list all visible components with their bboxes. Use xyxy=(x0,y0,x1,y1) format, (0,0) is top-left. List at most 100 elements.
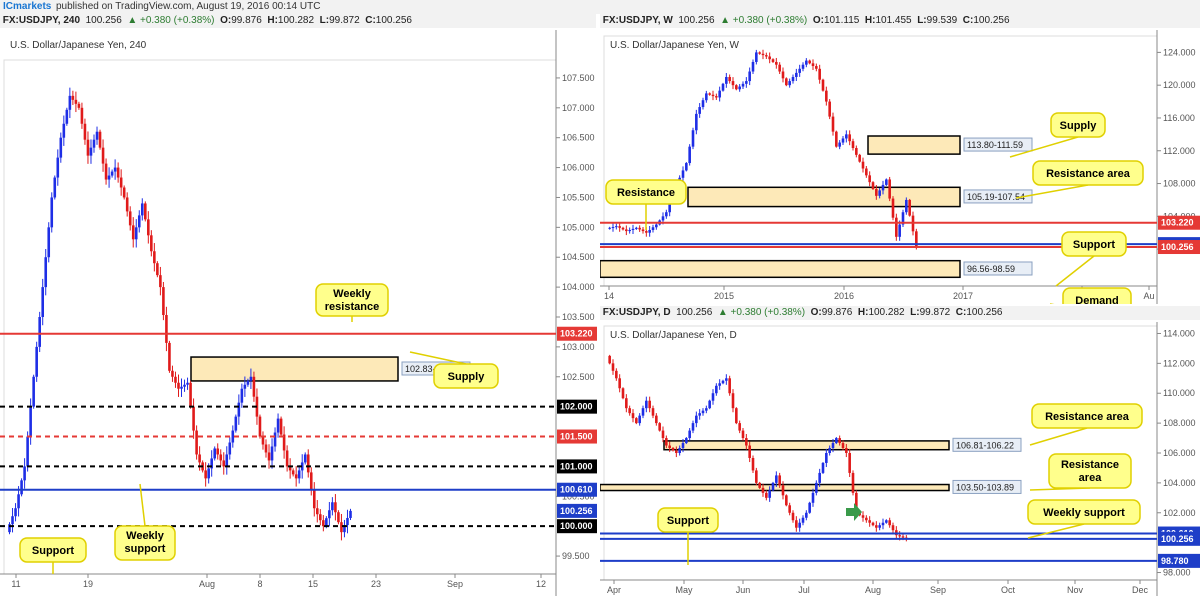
candle-body xyxy=(608,355,611,364)
candle-body xyxy=(675,450,678,453)
candle-body xyxy=(258,416,262,437)
zone-box xyxy=(600,483,950,492)
candle-body xyxy=(312,490,316,509)
candle-body xyxy=(23,466,26,481)
publish-info: published on TradingView.com, August 19,… xyxy=(56,1,321,12)
chart-svg-h4[interactable]: 107.500 107.000 106.500 106.000 105.500 105.0… xyxy=(0,30,597,596)
price-level-tag-label: 100.256 xyxy=(560,506,593,516)
candle-body xyxy=(718,90,721,98)
candle-body xyxy=(725,76,728,84)
candle-body xyxy=(77,103,81,108)
candle-body xyxy=(171,370,174,377)
plot-frame xyxy=(3,59,557,575)
candle-body xyxy=(695,415,698,424)
candle-body xyxy=(150,235,153,252)
candle-body xyxy=(628,408,631,414)
candle-body xyxy=(270,446,274,461)
candle-body xyxy=(678,448,681,453)
time-tick-label: Sep xyxy=(930,585,946,595)
candle-body xyxy=(775,61,778,65)
callout-label: Weekly xyxy=(333,288,372,300)
candle-body xyxy=(715,385,718,394)
candle-body xyxy=(785,495,788,506)
time-tick-label: Jun xyxy=(736,585,751,595)
candle-body xyxy=(276,418,280,433)
candle-body xyxy=(751,457,755,471)
ohlc-bar-weekly: FX:USDJPY, W 100.256 ▲ +0.380 (+0.38%) O… xyxy=(600,14,1200,28)
candle-body xyxy=(17,494,20,509)
price-tick-label: 107.000 xyxy=(562,103,595,113)
candle-body xyxy=(778,64,781,72)
symbol-daily: FX:USDJPY, D xyxy=(602,307,671,318)
chart-svg-daily[interactable]: 114.000 112.000 110.000 108.000 106.000 104.0… xyxy=(600,322,1200,596)
chart-panel-daily[interactable]: U.S. Dollar/Japanese Yen, D 114.000 112.0… xyxy=(600,322,1200,596)
time-tick-label: Au xyxy=(1143,291,1154,301)
candle-body xyxy=(698,413,701,416)
candle-body xyxy=(243,384,247,389)
candle-body xyxy=(267,452,271,461)
candle-body xyxy=(246,380,250,385)
candle-body xyxy=(868,175,871,183)
candle-body xyxy=(195,430,198,455)
candle-body xyxy=(898,535,901,537)
candle-body xyxy=(631,228,635,230)
candle-body xyxy=(346,517,349,526)
chart-panel-weekly[interactable]: U.S. Dollar/Japanese Yen, W 124.000 120.0… xyxy=(600,30,1200,304)
change-daily: ▲ +0.380 (+0.38%) xyxy=(717,307,806,318)
candle-body xyxy=(131,225,135,240)
candle-body xyxy=(303,454,307,463)
candle-body xyxy=(835,438,838,444)
candle-body xyxy=(20,480,23,495)
candle-body xyxy=(611,363,615,371)
candle-body xyxy=(50,197,54,228)
zone-label: 96.56-98.59 xyxy=(967,264,1015,274)
candle-body xyxy=(691,423,695,431)
candle-body xyxy=(41,287,45,317)
candle-body xyxy=(661,216,665,221)
candle-body xyxy=(895,217,898,237)
chart-title-h4: U.S. Dollar/Japanese Yen, 240 xyxy=(10,40,147,51)
open-weekly: 101.115 xyxy=(823,15,860,26)
last-price-weekly: 100.256 xyxy=(678,15,715,26)
candle-body xyxy=(808,60,811,64)
candle-body xyxy=(213,448,217,459)
candle-body xyxy=(101,147,105,164)
candle-body xyxy=(851,472,855,493)
candle-body xyxy=(878,525,881,528)
candle-body xyxy=(53,177,57,198)
candle-body xyxy=(86,139,90,156)
candle-body xyxy=(665,438,668,446)
callout-label: Support xyxy=(1073,239,1115,251)
close-h4: 100.256 xyxy=(375,15,412,26)
candle-body xyxy=(125,197,129,212)
candle-body xyxy=(845,448,848,453)
time-tick-label: May xyxy=(675,585,693,595)
candle-body xyxy=(44,257,48,288)
price-tick-label: 99.500 xyxy=(562,551,590,561)
candle-body xyxy=(815,66,818,69)
candle-body xyxy=(98,131,102,148)
price-tick-label: 102.500 xyxy=(562,372,595,382)
candle-body xyxy=(621,227,625,230)
price-tick-label: 98.000 xyxy=(1163,568,1191,578)
candle-body xyxy=(711,94,715,97)
candle-body xyxy=(110,171,114,176)
price-tick-label: 105.500 xyxy=(562,192,595,202)
candle-body xyxy=(615,226,618,228)
candle-body xyxy=(751,61,755,72)
candle-body xyxy=(808,502,811,513)
candle-body xyxy=(798,68,801,73)
candle-body xyxy=(761,53,765,56)
candle-body xyxy=(315,508,319,515)
candle-body xyxy=(92,139,96,148)
candle-body xyxy=(818,68,821,80)
candle-body xyxy=(865,517,868,521)
chart-svg-weekly[interactable]: 124.000120.000116.000112.000108.000104.0… xyxy=(600,30,1200,304)
chart-panel-h4[interactable]: U.S. Dollar/Japanese Yen, 240 107.500 107… xyxy=(0,30,597,596)
candle-body xyxy=(761,487,765,493)
candle-body xyxy=(788,505,791,513)
candle-body xyxy=(725,378,728,381)
zone-label: 103.50-103.89 xyxy=(956,482,1014,492)
brand-name[interactable]: ICmarkets xyxy=(3,0,51,14)
candle-body xyxy=(349,510,352,518)
